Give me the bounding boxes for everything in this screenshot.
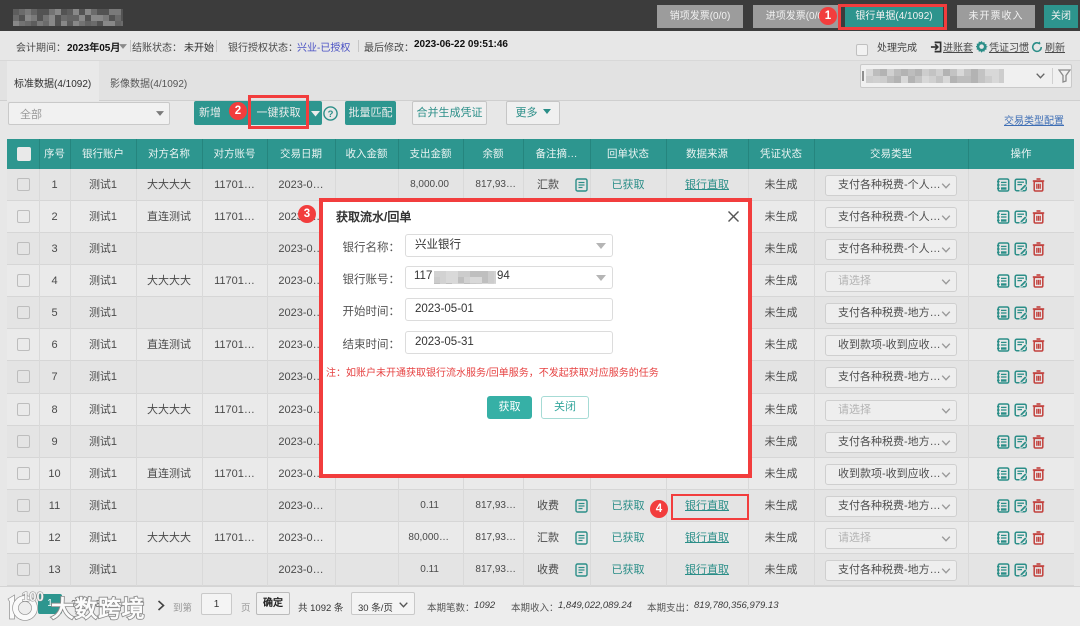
svg-text:?: ? [328,109,334,120]
svg-text:大数跨境: 大数跨境 [51,596,145,622]
svg-text:100: 100 [22,589,44,604]
